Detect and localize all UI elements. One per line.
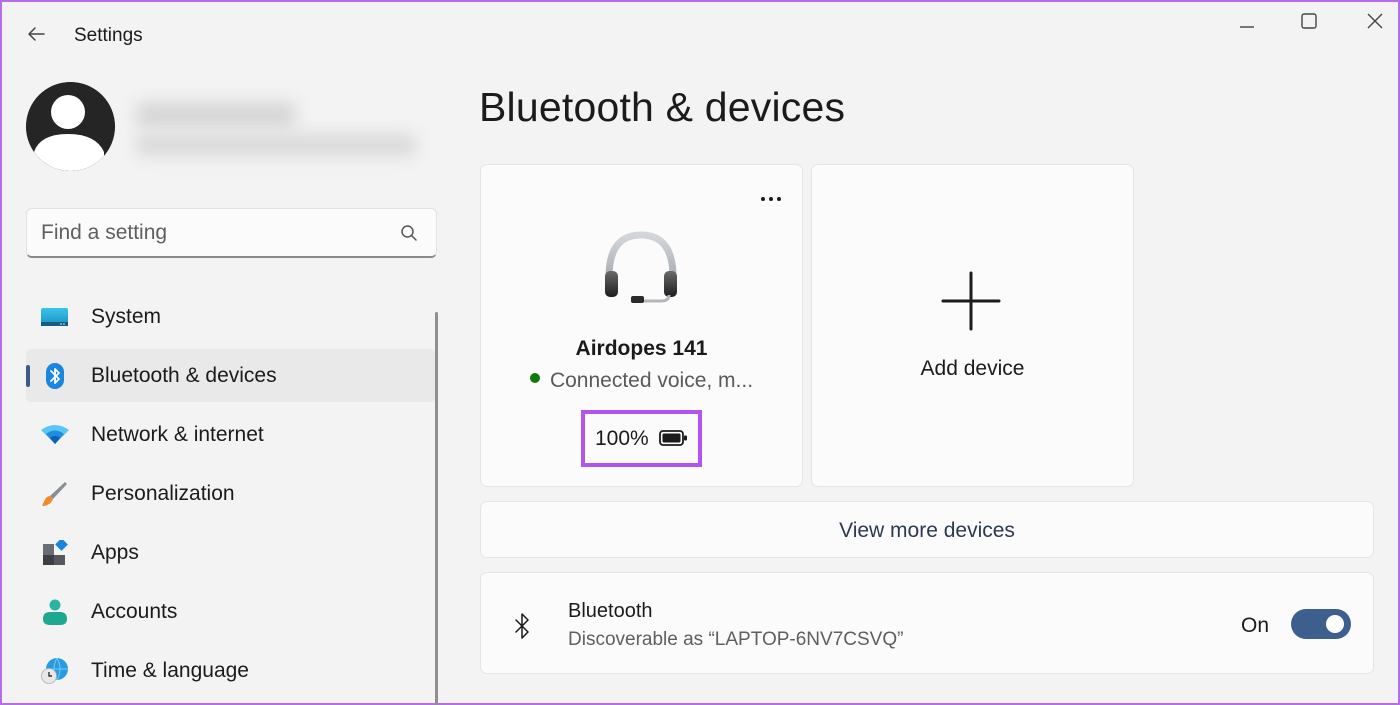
- accounts-icon: [43, 599, 67, 625]
- search-input[interactable]: [41, 209, 381, 257]
- user-avatar-icon: [26, 82, 115, 171]
- search-box: [26, 208, 437, 258]
- sidebar-item-label: Apps: [91, 541, 139, 564]
- sidebar-item-label: Network & internet: [91, 423, 264, 446]
- battery-highlight: 100%: [581, 410, 702, 467]
- sidebar-item-accounts[interactable]: Accounts: [26, 585, 436, 638]
- headset-icon: [605, 231, 677, 303]
- apps-icon: [43, 540, 68, 565]
- bluetooth-icon: [46, 363, 64, 389]
- app-title: Settings: [74, 25, 143, 46]
- battery-percentage: 100%: [595, 427, 649, 450]
- search-icon[interactable]: [400, 224, 418, 242]
- sidebar-item-label: Bluetooth & devices: [91, 364, 277, 387]
- profile-email-redacted: [136, 134, 416, 156]
- device-card[interactable]: Airdopes 141 Connected voice, m... 100%: [480, 164, 803, 487]
- device-status: Connected voice, m...: [481, 369, 802, 393]
- maximize-icon: [1301, 13, 1317, 29]
- bluetooth-setting-row: Bluetooth Discoverable as “LAPTOP-6NV7CS…: [480, 572, 1374, 674]
- sidebar-item-label: Accounts: [91, 600, 178, 623]
- sidebar-item-network-internet[interactable]: Network & internet: [26, 408, 436, 461]
- device-status-text: Connected voice, m...: [549, 369, 754, 392]
- avatar: [26, 82, 115, 171]
- sidebar-item-personalization[interactable]: Personalization: [26, 467, 436, 520]
- sidebar-nav: System Bluetooth & devices Network & int…: [26, 290, 436, 703]
- page-title: Bluetooth & devices: [479, 84, 846, 130]
- paintbrush-icon: [42, 482, 67, 506]
- bluetooth-toggle[interactable]: [1291, 609, 1351, 639]
- more-options-button[interactable]: [758, 191, 784, 207]
- back-button[interactable]: [24, 22, 48, 46]
- device-name: Airdopes 141: [575, 337, 708, 360]
- view-more-devices-button[interactable]: View more devices: [480, 501, 1374, 558]
- sidebar-item-label: Time & language: [91, 659, 249, 682]
- more-options-icon: [761, 197, 781, 201]
- bluetooth-icon: [515, 613, 529, 639]
- maximize-button[interactable]: [1294, 10, 1324, 34]
- active-indicator: [26, 365, 30, 387]
- bluetooth-title: Bluetooth: [568, 600, 653, 622]
- sidebar-item-label: System: [91, 305, 162, 328]
- add-device-label: Add device: [920, 357, 1025, 380]
- back-arrow-icon: [28, 27, 45, 41]
- sidebar-item-apps[interactable]: Apps: [26, 526, 436, 579]
- minimize-icon: [1240, 26, 1254, 28]
- close-button[interactable]: [1360, 10, 1390, 34]
- minimize-button[interactable]: [1232, 10, 1262, 34]
- toggle-knob: [1326, 615, 1344, 633]
- user-profile[interactable]: [26, 82, 446, 172]
- sidebar-scrollbar[interactable]: [435, 312, 438, 705]
- bluetooth-discoverable-text: Discoverable as “LAPTOP-6NV7CSVQ”: [568, 629, 904, 650]
- battery-icon: [659, 430, 687, 446]
- sidebar-item-bluetooth-devices[interactable]: Bluetooth & devices: [26, 349, 436, 402]
- bluetooth-state-label: On: [1241, 614, 1270, 637]
- wifi-icon: [41, 425, 69, 444]
- sidebar-item-time-language[interactable]: Time & language: [26, 644, 436, 697]
- plus-icon: [941, 271, 1001, 331]
- add-device-button[interactable]: Add device: [811, 164, 1134, 487]
- profile-name-redacted: [136, 102, 296, 128]
- title-bar: Settings: [2, 2, 1398, 62]
- system-icon: [41, 308, 68, 326]
- sidebar-item-label: Personalization: [91, 482, 235, 505]
- sidebar-item-system[interactable]: System: [26, 290, 436, 343]
- close-icon: [1367, 13, 1383, 29]
- connected-status-dot: [529, 373, 540, 383]
- view-more-devices-label: View more devices: [839, 519, 1015, 542]
- time-language-icon: [41, 658, 68, 684]
